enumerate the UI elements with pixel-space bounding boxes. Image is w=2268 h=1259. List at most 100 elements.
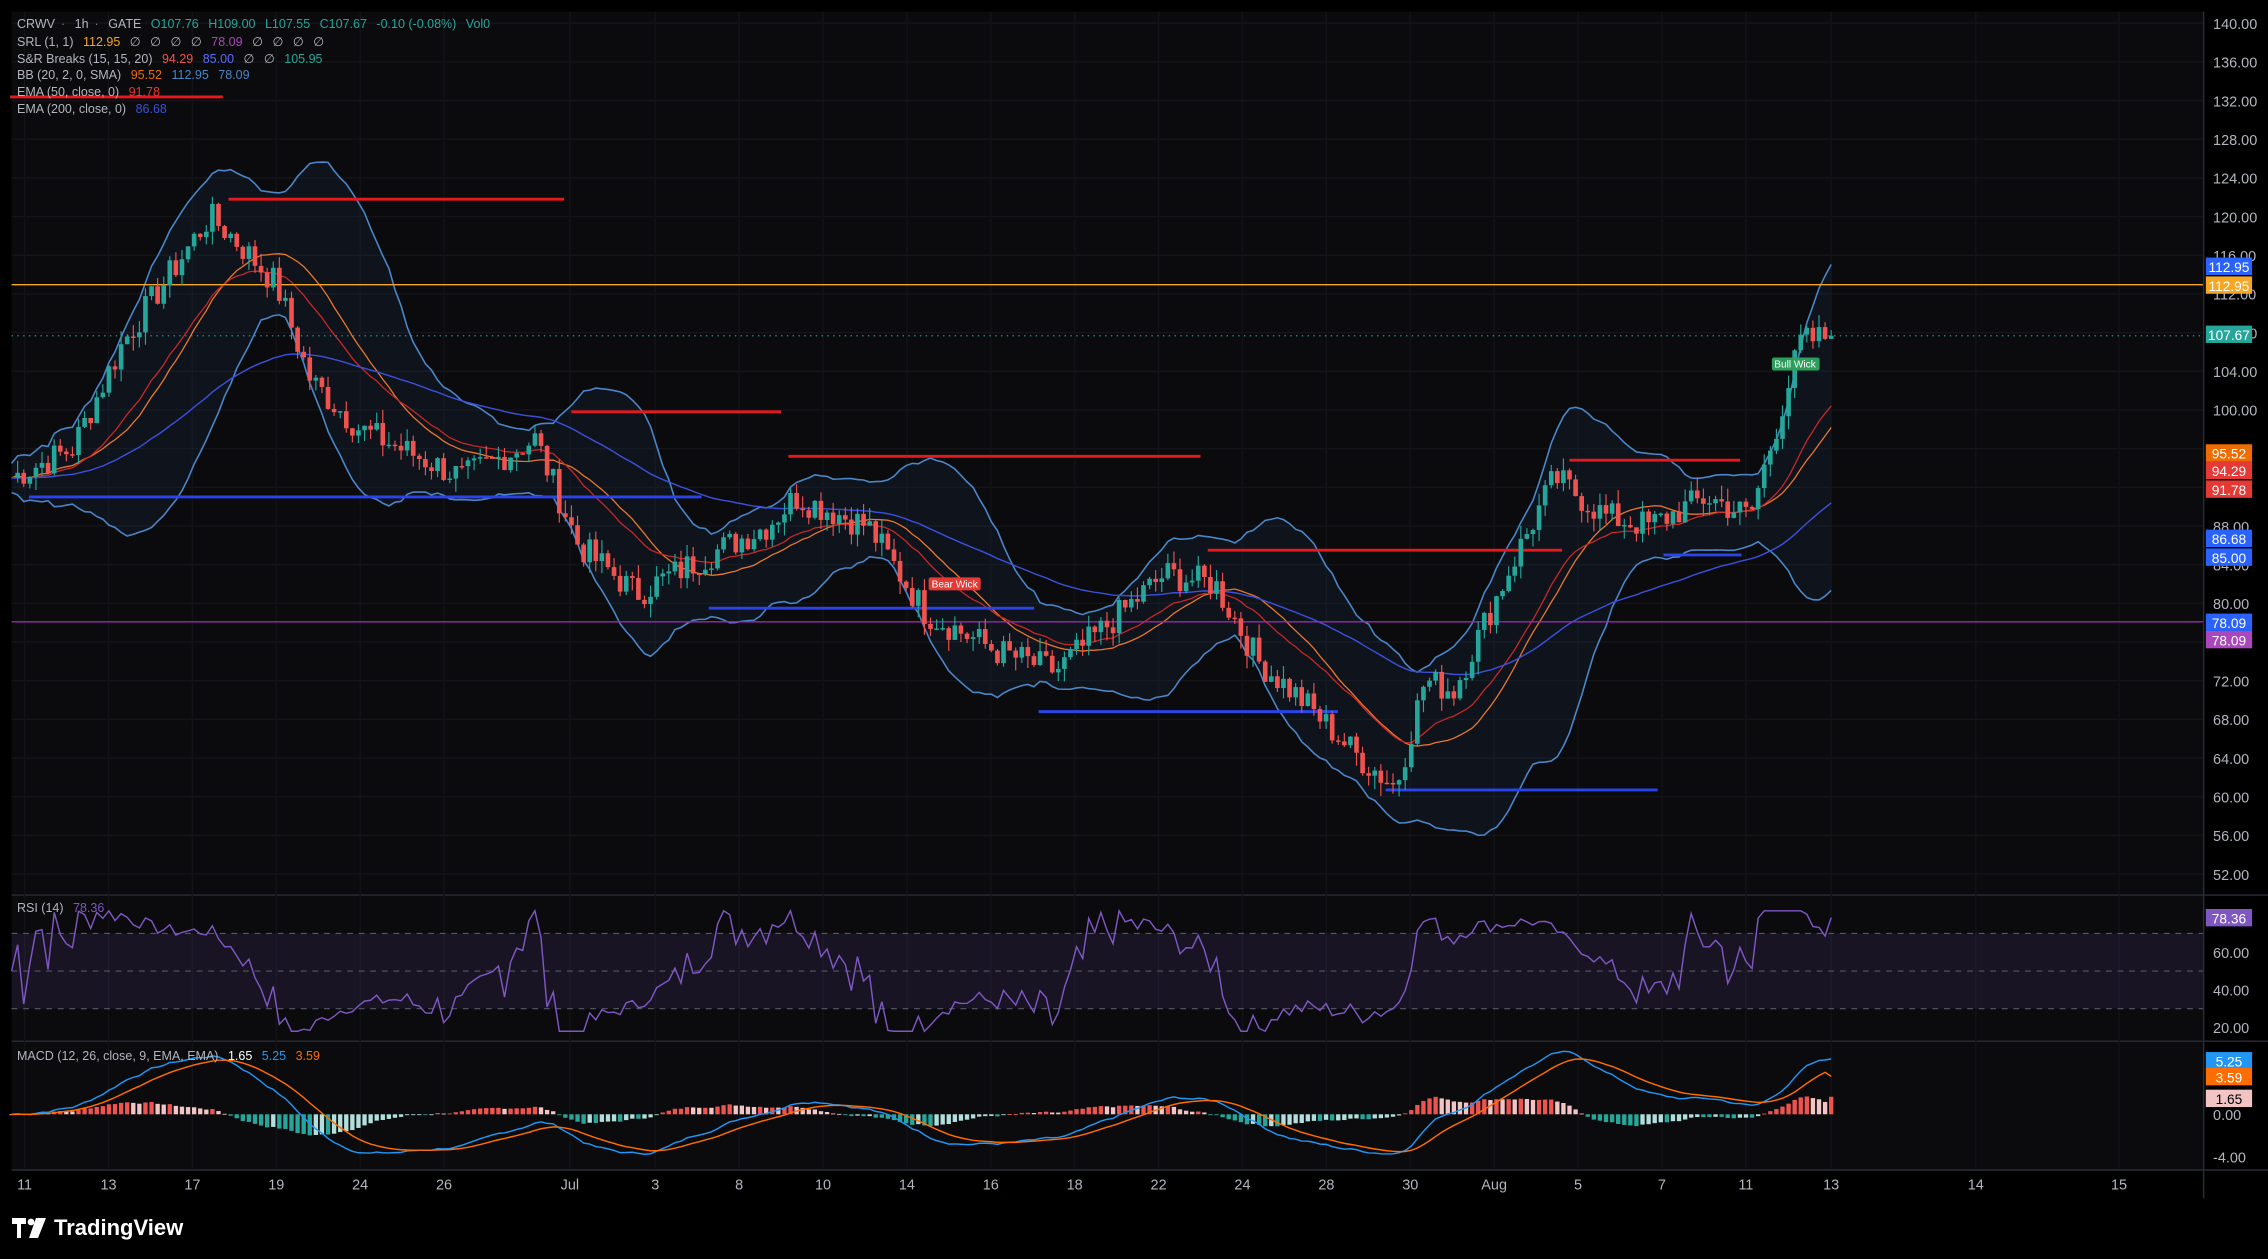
macd-histogram-bar: [167, 1104, 172, 1115]
candle-body: [629, 576, 635, 578]
candle-body: [1719, 499, 1724, 502]
macd-histogram-bar: [1232, 1114, 1237, 1121]
candle-body: [301, 351, 306, 358]
macd-legend[interactable]: MACD (12, 26, close, 9, EMA, EMA) 1.65 5…: [17, 1049, 326, 1063]
candle-body: [1828, 335, 1834, 339]
candle-body: [1640, 511, 1645, 534]
snr-value-3: ∅: [243, 52, 255, 66]
macd-histogram-bar: [1652, 1114, 1657, 1124]
macd-histogram-bar: [1196, 1111, 1201, 1115]
time-axis-tick: 19: [268, 1178, 284, 1194]
candle-body: [1396, 780, 1402, 785]
macd-histogram-bar: [977, 1114, 982, 1117]
candle-body: [1682, 501, 1688, 523]
macd-histogram-bar: [916, 1114, 921, 1125]
macd-histogram-bar: [1622, 1114, 1627, 1125]
ohlc-open: O107.76: [150, 17, 199, 31]
macd-hist-value: 1.65: [227, 1049, 253, 1063]
candle-body: [283, 297, 288, 301]
candle-body: [429, 467, 434, 471]
time-axis-tick: 24: [1234, 1178, 1250, 1194]
candle-body: [1408, 743, 1414, 768]
candle-body: [1244, 635, 1250, 656]
candle-body: [1141, 585, 1146, 602]
macd-histogram-bar: [569, 1114, 574, 1120]
candle-body: [270, 267, 276, 288]
rsi-label: RSI (14): [17, 901, 64, 915]
macd-histogram-bar: [1427, 1098, 1432, 1115]
macd-histogram-bar: [1689, 1114, 1694, 1118]
candle-body: [1481, 612, 1487, 630]
candle-body: [1810, 327, 1816, 342]
macd-histogram-bar: [392, 1114, 398, 1118]
candle-body: [1390, 782, 1396, 785]
ema200-legend[interactable]: EMA (200, close, 0) 86.68: [17, 102, 173, 116]
srl-legend[interactable]: SRL (1, 1) 112.95 ∅ ∅ ∅ ∅ 78.09 ∅ ∅ ∅ ∅: [17, 34, 330, 49]
macd-histogram-bar: [1567, 1105, 1572, 1115]
macd-histogram-bar: [1524, 1098, 1530, 1115]
candle-body: [1037, 651, 1043, 665]
candle-body: [867, 521, 872, 526]
chart-canvas[interactable]: 140.00136.00132.00128.00124.00120.00116.…: [0, 0, 2268, 1259]
macd-histogram-bar: [855, 1114, 860, 1116]
candle-body: [82, 417, 87, 427]
candle-body: [1427, 680, 1432, 687]
macd-histogram-bar: [1518, 1098, 1523, 1115]
ema50-legend[interactable]: EMA (50, close, 0) 91.78: [17, 85, 166, 99]
macd-histogram-bar: [459, 1111, 465, 1115]
macd-histogram-bar: [131, 1102, 136, 1115]
macd-histogram-bar: [173, 1105, 179, 1115]
candle-body: [173, 260, 179, 276]
macd-histogram-bar: [295, 1114, 300, 1134]
candle-body: [1707, 503, 1712, 505]
macd-histogram-bar: [605, 1114, 611, 1122]
symbol-name[interactable]: CRWV: [17, 17, 55, 31]
price-axis-tick: 120.00: [2213, 210, 2257, 226]
candle-body: [763, 529, 769, 540]
candle-body: [483, 457, 489, 459]
macd-histogram-bar: [715, 1106, 720, 1115]
candle-body: [690, 556, 696, 574]
candle-body: [891, 549, 897, 561]
macd-histogram-bar: [1050, 1112, 1055, 1115]
candle-body: [940, 628, 945, 630]
macd-histogram-bar: [1366, 1114, 1371, 1120]
macd-histogram-bar: [654, 1114, 659, 1116]
symbol-legend[interactable]: CRWV · 1h · GATE O107.76 H109.00 L107.55 C…: [17, 17, 496, 31]
candle-body: [76, 426, 81, 456]
macd-histogram-bar: [447, 1113, 452, 1115]
tradingview-wordmark: TradingView: [54, 1215, 184, 1240]
candle-body: [289, 297, 294, 328]
bb-legend[interactable]: BB (20, 2, 0, SMA) 95.52 112.95 78.09: [17, 68, 256, 82]
macd-histogram-bar: [648, 1114, 653, 1118]
candle-body: [575, 525, 580, 545]
price-badge-label: 78.09: [2212, 633, 2246, 648]
rsi-legend[interactable]: RSI (14) 78.36: [17, 901, 110, 915]
candle-body: [1001, 641, 1006, 664]
macd-histogram-bar: [599, 1114, 605, 1122]
candle-body: [1183, 582, 1189, 592]
candle-body: [1159, 578, 1165, 582]
ohlc-high: H109.00: [208, 17, 256, 31]
tradingview-logo[interactable]: TradingView: [12, 1212, 183, 1244]
candle-body: [1798, 334, 1804, 351]
candle-body: [928, 623, 933, 629]
candle-body: [1049, 655, 1055, 673]
macd-histogram-bar: [928, 1114, 933, 1127]
candle-body: [1585, 510, 1591, 513]
macd-histogram-bar: [1749, 1114, 1755, 1118]
interval[interactable]: 1h: [75, 17, 89, 31]
candle-body: [1110, 627, 1116, 634]
macd-histogram-bar: [1658, 1114, 1663, 1123]
candle-body: [745, 538, 751, 550]
candle-body: [1555, 471, 1560, 484]
candle-body: [654, 576, 659, 597]
candle-body: [1013, 650, 1019, 658]
macd-histogram-bar: [1719, 1114, 1724, 1117]
candle-body: [1688, 490, 1694, 502]
time-axis-tick: 10: [815, 1178, 831, 1194]
candle-body: [57, 445, 63, 452]
tradingview-logo-icon: [12, 1218, 46, 1238]
macd-histogram-bar: [745, 1106, 751, 1115]
snr-legend[interactable]: S&R Breaks (15, 15, 20) 94.29 85.00 ∅ ∅ …: [17, 51, 328, 66]
